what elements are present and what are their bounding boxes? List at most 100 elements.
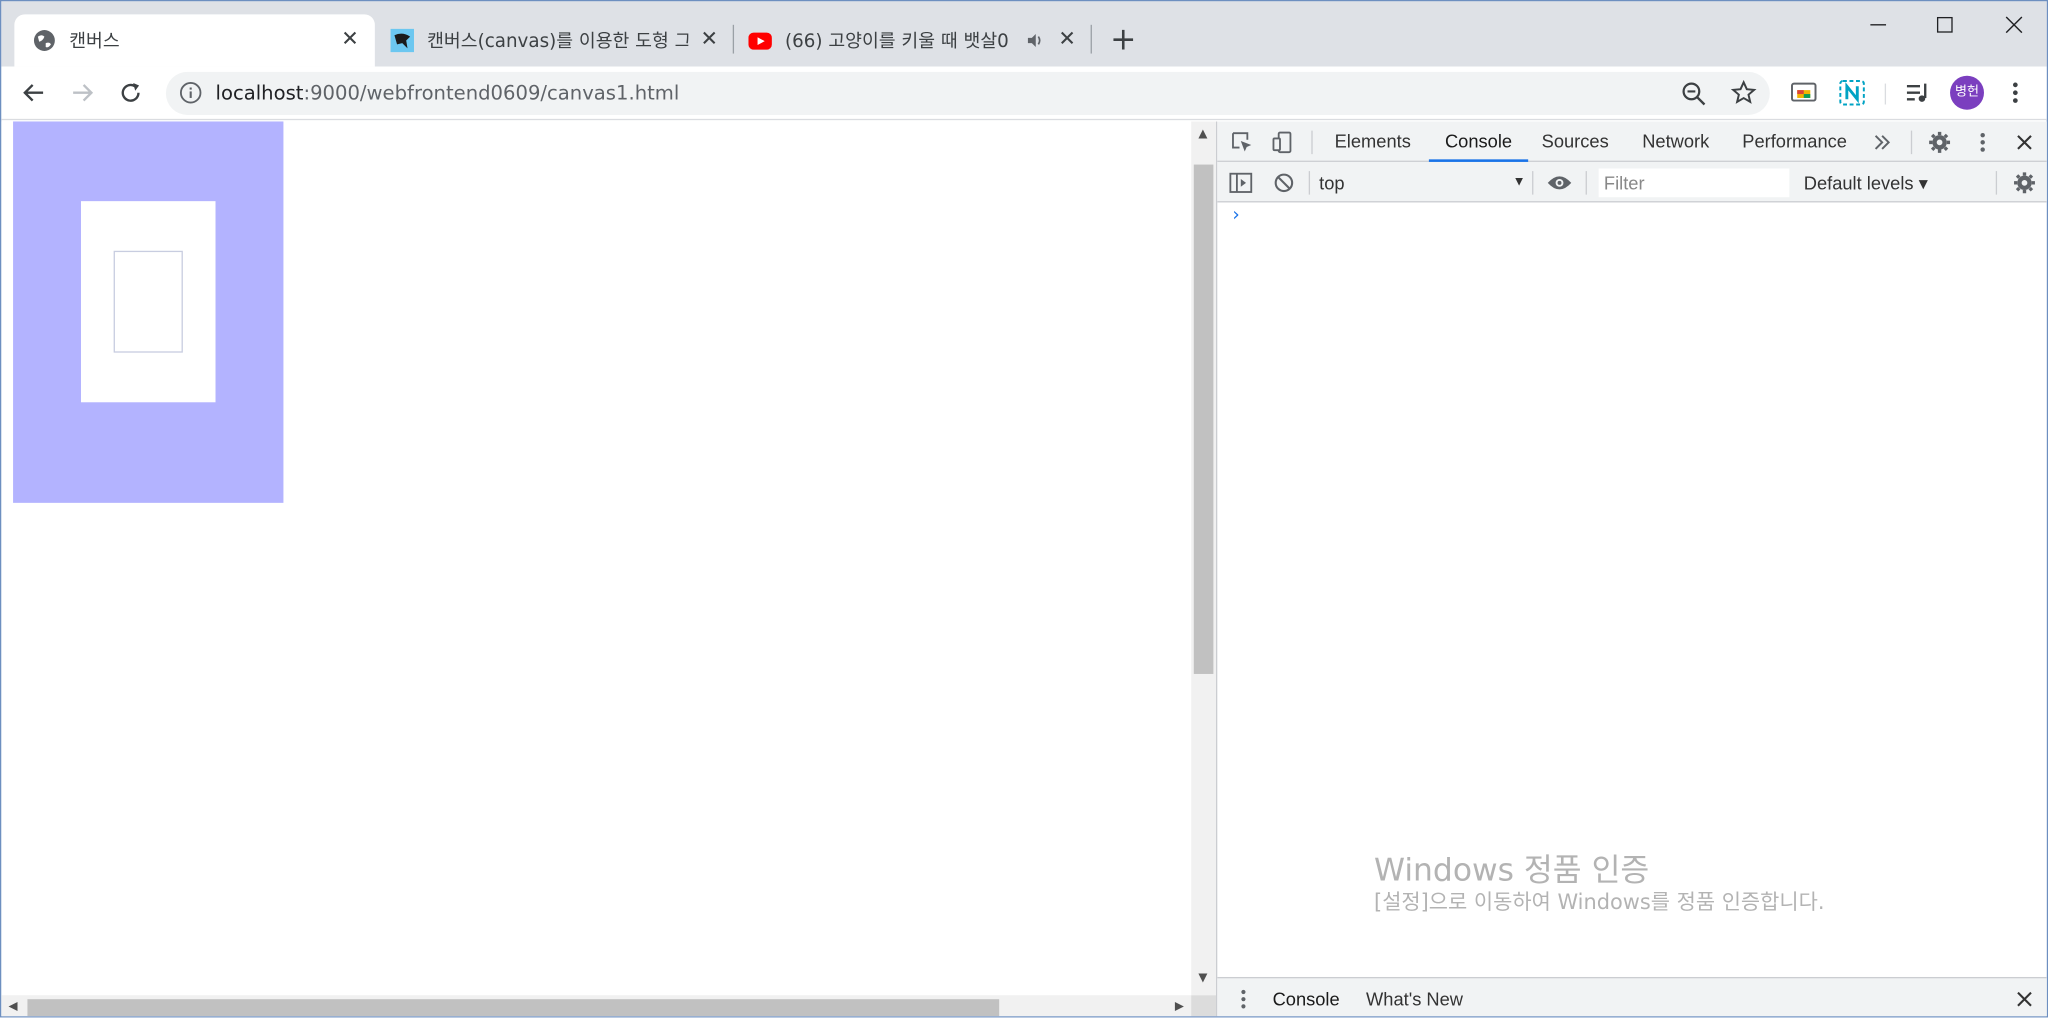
horizontal-scroll-thumb[interactable] [27,999,1000,1017]
site-favicon [390,28,415,53]
horizontal-scrollbar[interactable]: ◀ ▶ [1,995,1192,1017]
youtube-icon [748,32,772,50]
vertical-scrollbar[interactable]: ▲ ▼ [1191,121,1216,996]
vertical-scroll-thumb[interactable] [1193,164,1214,674]
naver-extension-button[interactable] [1835,76,1869,110]
devtools-separator [1585,171,1587,195]
speaker-icon[interactable] [1025,31,1043,49]
tab-strip: 캔버스 ✕ 캔버스(canvas)를 이용한 도형 그 ✕ (66) 고양이를 … [1,1,2047,67]
activation-watermark-title: Windows 정품 인증 [1374,851,1650,889]
scrollbar-corner [1191,995,1216,1017]
devtools-tab-bar: Elements Console Sources Network Perform… [1217,121,2047,162]
inspect-cursor-icon [1232,132,1252,152]
arrow-right-icon [73,84,94,102]
address-bar[interactable]: localhost:9000/webfrontend0609/canvas1.h… [165,71,1770,115]
devtools-separator [1910,130,1913,155]
close-icon [2017,135,2032,150]
scroll-down-arrow-icon[interactable]: ▼ [1196,972,1209,985]
tab-sources[interactable]: Sources [1536,121,1614,161]
clear-console-button[interactable] [1271,170,1297,196]
block-icon [1274,173,1294,193]
profile-avatar[interactable]: 병헌 [1950,75,1984,110]
url-host: localhost [215,80,304,105]
tab-network[interactable]: Network [1633,121,1719,161]
console-settings-button[interactable] [2011,170,2037,196]
console-filter-input[interactable]: Filter [1598,168,1790,198]
tab-close-button[interactable]: ✕ [1054,26,1080,52]
console-filter-bar: top ▼ Filter Default levels ▾ [1217,161,2047,203]
browser-toolbar: localhost:9000/webfrontend0609/canvas1.h… [1,66,2047,121]
inspect-element-button[interactable] [1229,129,1255,155]
context-selector[interactable]: top ▼ [1319,170,1525,196]
devtools-panel: Elements Console Sources Network Perform… [1215,121,2047,1017]
tab-separator [1090,24,1092,54]
reload-icon [121,82,140,102]
devtools-close-button[interactable] [2011,129,2037,155]
zoom-out-icon[interactable] [1681,81,1707,107]
page-viewport: ▲ ▼ ◀ ▶ [1,121,1216,1017]
dropdown-caret-icon: ▼ [1512,175,1526,190]
reload-button[interactable] [114,76,148,110]
close-icon [2017,991,2032,1007]
tab-canvas[interactable]: 캔버스 ✕ [14,14,375,67]
url-path: :9000/webfrontend0609/canvas1.html [303,80,680,105]
new-tab-button[interactable]: + [1108,24,1139,56]
tab-canvas-article[interactable]: 캔버스(canvas)를 이용한 도형 그 ✕ [377,14,730,66]
tab-title: 캔버스 [69,31,120,53]
drawer-tab-console[interactable]: Console [1262,978,1351,1016]
eye-icon [1547,176,1572,190]
show-sidebar-button[interactable] [1228,170,1254,196]
canvas-inner-rect [113,250,183,353]
cast-extension-icon [1791,82,1817,102]
devtools-separator [1308,171,1311,195]
scroll-up-arrow-icon[interactable]: ▲ [1196,128,1209,141]
tab-close-button[interactable]: ✕ [337,26,363,52]
tab-youtube[interactable]: (66) 고양이를 키울 때 뱃살0 ✕ [735,14,1088,66]
globe-icon [33,30,55,51]
media-queue-icon [1906,83,1927,102]
bookmark-star-icon[interactable] [1730,79,1757,106]
log-levels-dropdown[interactable]: Default levels ▾ [1804,170,1948,196]
media-control-button[interactable] [1900,76,1934,110]
browser-menu-button[interactable] [1998,76,2032,110]
drawer-tab-whats-new[interactable]: What's New [1358,978,1470,1016]
forward-button[interactable] [65,76,99,110]
tab-performance[interactable]: Performance [1737,121,1852,161]
devtools-settings-button[interactable] [1927,129,1953,155]
tab-title: (66) 고양이를 키울 때 뱃살0 [784,31,1009,53]
minimize-button[interactable] [1859,9,1898,40]
back-button[interactable] [17,76,51,110]
tab-console[interactable]: Console [1428,121,1529,162]
context-value: top [1319,172,1345,194]
scroll-right-arrow-icon[interactable]: ▶ [1173,1000,1186,1013]
kebab-menu-icon [2012,82,2018,103]
live-expression-button[interactable] [1546,170,1572,196]
scroll-left-arrow-icon[interactable]: ◀ [7,1000,20,1013]
browser-window: 캔버스 ✕ 캔버스(canvas)를 이용한 도형 그 ✕ (66) 고양이를 … [0,0,2048,1018]
maximize-button[interactable] [1925,9,1964,40]
double-chevron-right-icon [1874,135,1891,150]
tab-close-button[interactable]: ✕ [696,26,722,52]
devtools-separator [1995,171,1998,195]
kebab-menu-icon [1980,132,1985,152]
tab-separator [732,24,735,54]
more-tabs-button[interactable] [1869,129,1895,155]
tab-elements[interactable]: Elements [1327,121,1418,161]
device-toolbar-button[interactable] [1270,129,1296,155]
devtools-separator [1532,171,1534,195]
info-icon[interactable] [179,81,203,105]
tab-title: 캔버스(canvas)를 이용한 도형 그 [427,31,689,53]
window-close-button[interactable] [1994,9,2033,40]
console-prompt[interactable]: › [1230,205,1241,226]
toolbar-separator [1884,83,1887,105]
extension-button[interactable] [1787,76,1821,110]
drawer-menu-button[interactable] [1230,986,1256,1012]
canvas-middle-rect [80,201,216,403]
drawer-close-button[interactable] [2011,986,2037,1012]
device-mode-icon [1272,131,1292,154]
kebab-menu-icon [1241,989,1246,1009]
n-extension-icon [1839,79,1865,106]
url-text[interactable]: localhost:9000/webfrontend0609/canvas1.h… [216,81,680,105]
activation-watermark-text: [설정]으로 이동하여 Windows를 정품 인증합니다. [1374,889,1825,915]
devtools-menu-button[interactable] [1970,129,1996,155]
